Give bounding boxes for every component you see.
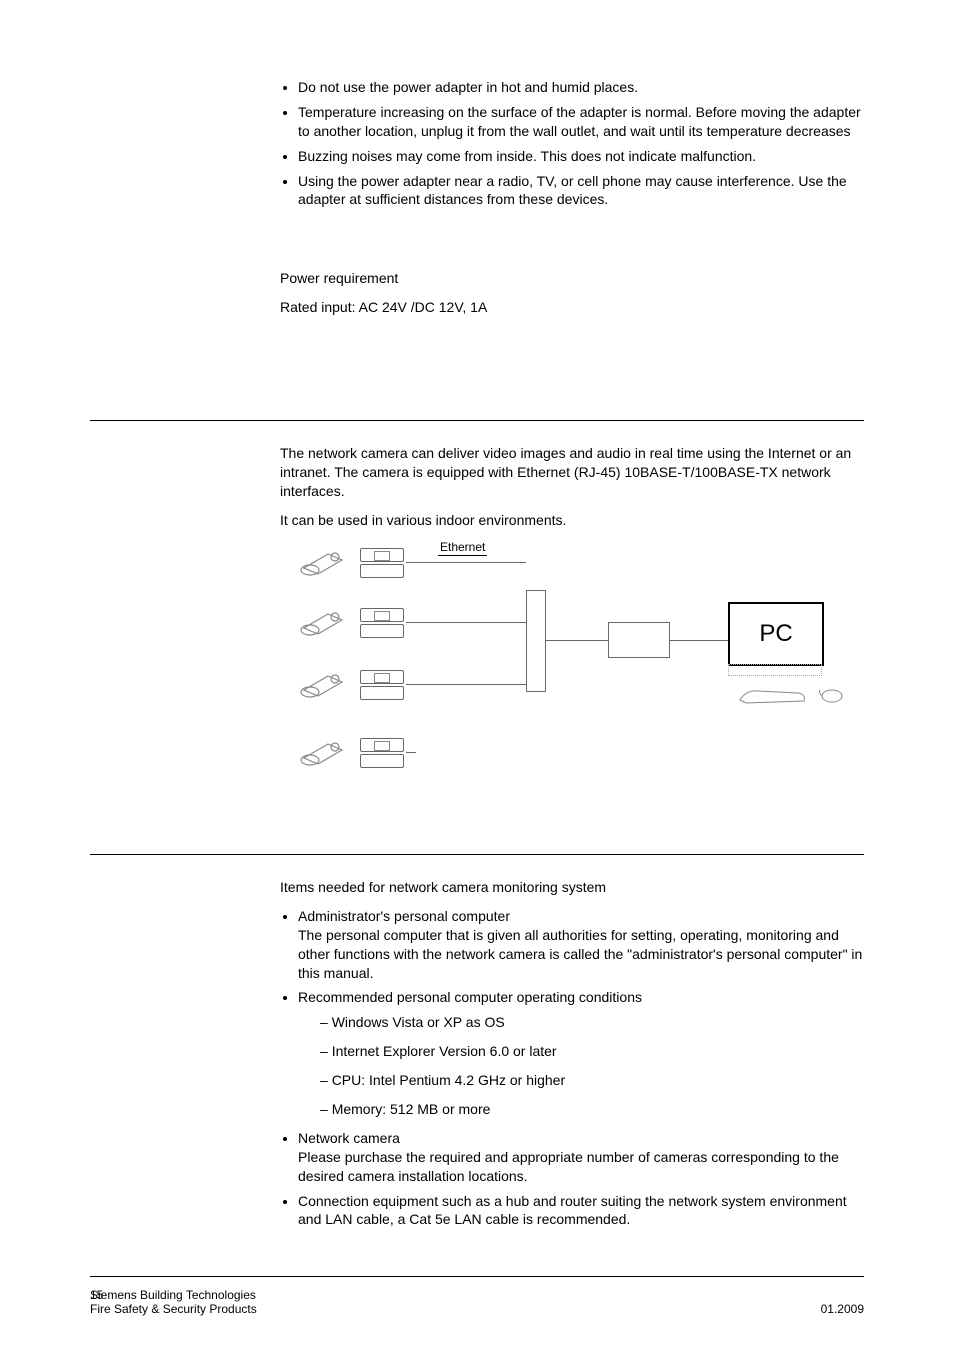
wire	[406, 562, 526, 563]
main-content: Do not use the power adapter in hot and …	[280, 78, 864, 327]
list-item: Network camera Please purchase the requi…	[298, 1129, 864, 1186]
wire	[406, 622, 526, 623]
footer-left-2: Fire Safety & Security Products	[90, 1302, 257, 1316]
pc-base	[728, 664, 822, 676]
sub-list-item: Memory: 512 MB or more	[320, 1100, 864, 1119]
mouse-icon	[818, 688, 844, 704]
overview-paragraph: It can be used in various indoor environ…	[280, 511, 864, 530]
list-item: Do not use the power adapter in hot and …	[298, 78, 864, 97]
wire	[546, 640, 608, 641]
item-title: Recommended personal computer operating …	[298, 989, 642, 1005]
sub-list-item: CPU: Intel Pentium 4.2 GHz or higher	[320, 1071, 864, 1090]
camera-icon	[298, 668, 348, 702]
list-item: Temperature increasing on the surface of…	[298, 103, 864, 141]
footer-right-date: 01.2009	[821, 1302, 864, 1316]
footer-rule	[90, 1276, 864, 1277]
item-body: The personal computer that is given all …	[298, 927, 862, 981]
switch-icon	[360, 608, 404, 638]
footer-left-1: Siemens Building Technologies	[90, 1288, 256, 1302]
items-heading: Items needed for network camera monitori…	[280, 878, 864, 897]
overview-section: The network camera can deliver video ima…	[280, 444, 864, 800]
list-item: Using the power adapter near a radio, TV…	[298, 172, 864, 210]
wire	[670, 640, 728, 641]
items-list: Administrator's personal computer The pe…	[280, 907, 864, 1229]
wire	[406, 752, 416, 753]
wire	[406, 684, 526, 685]
camera-icon	[298, 546, 348, 580]
item-body: Connection equipment such as a hub and r…	[298, 1193, 847, 1228]
switch-icon	[360, 670, 404, 700]
camera-icon	[298, 736, 348, 770]
power-requirement-heading: Power requirement	[280, 269, 864, 288]
overview-paragraph: The network camera can deliver video ima…	[280, 444, 864, 501]
items-section: Items needed for network camera monitori…	[280, 878, 864, 1235]
item-body: Please purchase the required and appropr…	[298, 1149, 839, 1184]
ethernet-label: Ethernet	[438, 540, 487, 556]
keyboard-icon	[738, 688, 808, 704]
section-rule	[90, 420, 864, 421]
item-title: Administrator's personal computer	[298, 908, 510, 924]
camera-icon	[298, 606, 348, 640]
pc-icon: PC	[728, 602, 824, 666]
power-requirement-value: Rated input: AC 24V /DC 12V, 1A	[280, 298, 864, 317]
list-item: Recommended personal computer operating …	[298, 988, 864, 1118]
sub-list-item: Windows Vista or XP as OS	[320, 1013, 864, 1032]
list-item: Connection equipment such as a hub and r…	[298, 1192, 864, 1230]
section-rule	[90, 854, 864, 855]
list-item: Buzzing noises may come from inside. Thi…	[298, 147, 864, 166]
sub-list-item: Internet Explorer Version 6.0 or later	[320, 1042, 864, 1061]
top-bullet-list: Do not use the power adapter in hot and …	[280, 78, 864, 209]
router-icon	[608, 622, 670, 658]
network-diagram: Ethernet PC	[298, 540, 858, 800]
page: Do not use the power adapter in hot and …	[0, 0, 954, 1350]
switch-icon	[360, 738, 404, 768]
page-footer: Siemens Building Technologies Fire Safet…	[90, 1288, 864, 1316]
switch-icon	[360, 548, 404, 578]
item-title: Network camera	[298, 1130, 400, 1146]
sub-list: Windows Vista or XP as OS Internet Explo…	[298, 1013, 864, 1119]
list-item: Administrator's personal computer The pe…	[298, 907, 864, 983]
hub-icon	[526, 590, 546, 692]
